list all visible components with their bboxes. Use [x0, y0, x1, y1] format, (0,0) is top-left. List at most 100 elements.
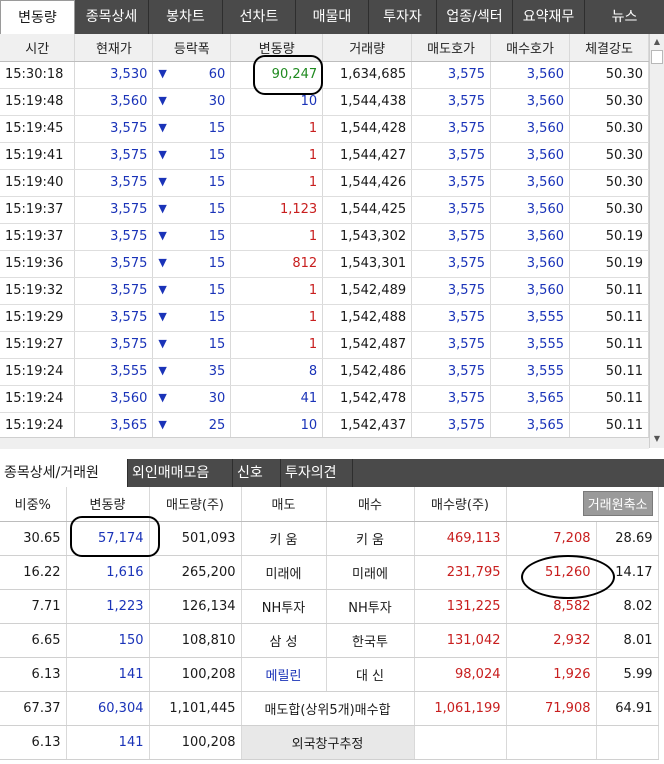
tick-time: 15:19:37 [0, 223, 76, 251]
tick-change-value: 15 [208, 310, 226, 325]
tick-volume: 1,542,487 [322, 331, 413, 359]
tick-strength: 50.11 [569, 331, 649, 359]
tab-candle-chart[interactable]: 봉차트 [149, 0, 223, 34]
header-strength[interactable]: 체결강도 [569, 34, 649, 62]
tick-price: 3,565 [74, 412, 154, 440]
tick-table-horizontal-scrollbar[interactable] [0, 437, 649, 449]
tick-row[interactable]: 15:19:48 3,560 ▼ 30 10 1,544,438 3,575 3,560 50.… [0, 88, 649, 116]
tick-volume: 1,634,685 [322, 61, 413, 89]
tick-time: 15:19:24 [0, 358, 76, 386]
tick-row[interactable]: 15:19:37 3,575 ▼ 15 1 1,543,302 3,575 3,560 50.1… [0, 223, 649, 251]
tick-time: 15:19:27 [0, 331, 76, 359]
tick-ask: 3,575 [411, 169, 492, 197]
tick-row[interactable]: 15:19:41 3,575 ▼ 15 1 1,544,427 3,575 3,560 50.3… [0, 142, 649, 170]
tab-signal[interactable]: 신호 [233, 459, 281, 487]
shrink-brokers-button[interactable]: 거래원축소 [582, 491, 653, 517]
tab-stock-detail[interactable]: 종목상세 [75, 0, 149, 34]
broker-sum-row: 67.37 60,304 1,101,445 매도합(상위5개)매수합 1,06… [0, 690, 659, 726]
broker-ratio: 16.22 [0, 555, 67, 590]
tick-delta: 1 [230, 304, 324, 332]
down-triangle-icon: ▼ [158, 67, 167, 80]
broker-row[interactable]: 30.65 57,174 501,093 키 움키 움 469,113 7,208 28.6… [0, 521, 659, 556]
header-buy: 매수 [326, 487, 415, 522]
broker-sell-qty: 501,093 [149, 521, 242, 556]
tick-time: 15:19:29 [0, 304, 76, 332]
broker-table-header: 비중% 변동량 매도량(주) 매도 매수 매수량(주) 거래원축소 [0, 487, 659, 522]
tab-financial-summary[interactable]: 요약재무 [513, 0, 585, 34]
tick-row[interactable]: 15:19:36 3,575 ▼ 15 812 1,543,301 3,575 3,560 50… [0, 250, 649, 278]
broker-buy-ratio: 28.69 [596, 521, 659, 556]
tick-row[interactable]: 15:19:24 3,565 ▼ 25 10 1,542,437 3,575 3,565 50.… [0, 412, 649, 440]
sum-buy-ratio: 64.91 [596, 690, 659, 726]
tick-row[interactable]: 15:19:29 3,575 ▼ 15 1 1,542,488 3,575 3,555 50.1… [0, 304, 649, 332]
tab-foreign-trades[interactable]: 외인매매모음 [128, 459, 233, 487]
tick-volume: 1,544,438 [322, 88, 413, 116]
tick-bid: 3,560 [490, 277, 570, 305]
scroll-down-icon[interactable]: ▼ [650, 432, 664, 446]
broker-buy-qty: 98,024 [414, 657, 507, 692]
tick-row[interactable]: 15:19:45 3,575 ▼ 15 1 1,544,428 3,575 3,560 50.3… [0, 115, 649, 143]
tab-line-chart[interactable]: 선차트 [223, 0, 296, 34]
broker-ratio: 6.13 [0, 657, 67, 692]
tick-row[interactable]: 15:19:24 3,555 ▼ 35 8 1,542,486 3,575 3,555 50.1… [0, 358, 649, 386]
tick-volume: 1,543,302 [322, 223, 413, 251]
down-triangle-icon: ▼ [158, 148, 167, 161]
header-change[interactable]: 등락폭 [152, 34, 232, 62]
tick-table-vertical-scrollbar[interactable]: ▲ ▼ [649, 34, 664, 448]
header-time[interactable]: 시간 [0, 34, 76, 62]
tick-change: ▼ 15 [152, 331, 232, 359]
header-volume[interactable]: 거래량 [322, 34, 413, 62]
tick-row[interactable]: 15:19:37 3,575 ▼ 15 1,123 1,544,425 3,575 3,560… [0, 196, 649, 224]
tick-delta: 1 [230, 115, 324, 143]
header-sell-qty: 매도량(주) [149, 487, 242, 522]
tab-investor[interactable]: 투자자 [369, 0, 437, 34]
header-price[interactable]: 현재가 [74, 34, 154, 62]
tick-change-value: 35 [208, 364, 226, 379]
tick-price: 3,575 [74, 115, 154, 143]
tab-sector[interactable]: 업종/섹터 [437, 0, 513, 34]
tick-time: 15:19:40 [0, 169, 76, 197]
broker-sell-delta: 1,616 [66, 555, 150, 590]
sum-ratio: 67.37 [0, 690, 67, 726]
tick-row[interactable]: 15:19:32 3,575 ▼ 15 1 1,542,489 3,575 3,560 50.1… [0, 277, 649, 305]
tick-row[interactable]: 15:19:27 3,575 ▼ 15 1 1,542,487 3,575 3,555 50.1… [0, 331, 649, 359]
sum-buy-delta: 71,908 [506, 690, 597, 726]
tab-broker-detail[interactable]: 종목상세/거래원 [0, 459, 128, 487]
broker-buy-ratio: 8.02 [596, 589, 659, 624]
header-shrink-cell: 거래원축소 [506, 487, 659, 522]
scrollbar-thumb[interactable] [651, 50, 663, 64]
broker-sell-delta: 57,174 [66, 521, 150, 556]
tab-investment-opinion[interactable]: 투자의견 [281, 459, 353, 487]
header-bid[interactable]: 매수호가 [490, 34, 570, 62]
broker-buy-delta: 2,932 [506, 623, 597, 658]
sum-delta: 60,304 [66, 690, 150, 726]
foreign-estimate-label[interactable]: 외국창구추정 [241, 725, 415, 760]
tab-volume-profile[interactable]: 매물대 [296, 0, 369, 34]
tab-volume-change[interactable]: 변동량 [0, 0, 75, 35]
tick-row[interactable]: 15:19:24 3,560 ▼ 30 41 1,542,478 3,575 3,565 50.… [0, 385, 649, 413]
tick-strength: 50.30 [569, 88, 649, 116]
tick-row[interactable]: 15:30:18 3,530 ▼ 60 90,247 1,634,685 3,575 3,56… [0, 61, 649, 89]
tab-news[interactable]: 뉴스 [585, 0, 664, 34]
header-sell: 매도 [241, 487, 327, 522]
tick-time: 15:19:41 [0, 142, 76, 170]
foreign-empty-3 [596, 725, 659, 760]
scroll-up-icon[interactable]: ▲ [650, 35, 664, 49]
broker-row[interactable]: 7.71 1,223 126,134 NH투자 NH투자 131,225 8,582 8.02 [0, 589, 659, 624]
header-ask[interactable]: 매도호가 [411, 34, 492, 62]
broker-buy-ratio: 14.17 [596, 555, 659, 590]
tick-ask: 3,575 [411, 331, 492, 359]
tick-change-value: 30 [208, 94, 226, 109]
broker-ratio: 7.71 [0, 589, 67, 624]
broker-row[interactable]: 6.65 150 108,810 삼 성 한국투 131,042 2,932 8.01 [0, 623, 659, 658]
broker-buy-qty: 131,042 [414, 623, 507, 658]
broker-buy-delta: 8,582 [506, 589, 597, 624]
tick-row[interactable]: 15:19:40 3,575 ▼ 15 1 1,544,426 3,575 3,560 50.3… [0, 169, 649, 197]
broker-row[interactable]: 6.13 141 100,208 메릴린 대 신 98,024 1,926 5.99 [0, 657, 659, 692]
tick-delta: 10 [230, 88, 324, 116]
header-delta[interactable]: 변동량 [230, 34, 324, 62]
tick-delta: 90,247 [230, 61, 324, 89]
tick-change-value: 15 [208, 256, 226, 271]
broker-row[interactable]: 16.22 1,616 265,200 미래에 미래에 231,795 51,260 14.1… [0, 555, 659, 590]
tick-delta: 1 [230, 142, 324, 170]
